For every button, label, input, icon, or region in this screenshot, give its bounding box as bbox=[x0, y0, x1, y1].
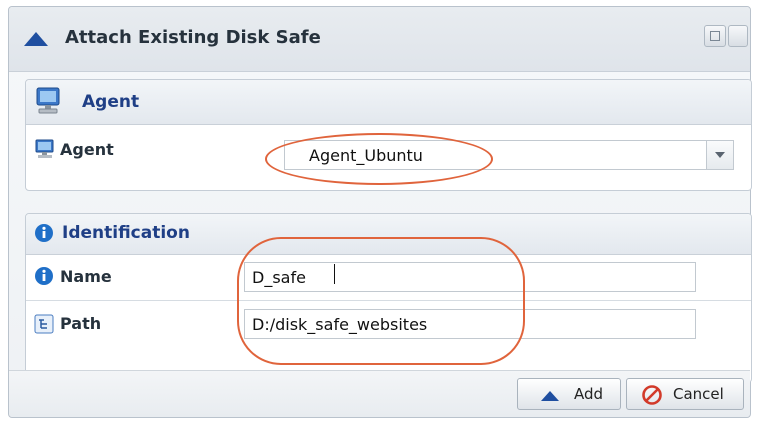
info-icon bbox=[34, 266, 54, 290]
triangle-up-icon bbox=[540, 388, 560, 406]
identification-section: Identification Name Path bbox=[25, 213, 752, 383]
agent-section-title: Agent bbox=[82, 92, 140, 112]
path-field-label: Path bbox=[60, 314, 102, 333]
attach-disk-safe-dialog: Attach Existing Disk Safe Agent Agent Ag… bbox=[8, 6, 752, 418]
dialog-titlebar[interactable]: Attach Existing Disk Safe bbox=[9, 7, 750, 72]
agent-select[interactable]: Agent_Ubuntu bbox=[284, 140, 734, 170]
identification-section-title: Identification bbox=[62, 223, 190, 243]
agent-section-header: Agent bbox=[26, 80, 751, 125]
add-button-label: Add bbox=[574, 385, 604, 403]
restore-icon bbox=[710, 31, 720, 41]
restore-button[interactable] bbox=[704, 25, 726, 47]
computer-icon bbox=[34, 86, 64, 120]
dialog-title: Attach Existing Disk Safe bbox=[65, 27, 321, 48]
chevron-down-icon[interactable] bbox=[706, 141, 733, 169]
name-input[interactable] bbox=[244, 262, 696, 292]
identification-section-header: Identification bbox=[26, 214, 751, 255]
cancel-button-label: Cancel bbox=[673, 385, 724, 403]
path-input[interactable] bbox=[244, 309, 696, 339]
cancel-button[interactable]: Cancel bbox=[626, 378, 744, 410]
agent-field-label: Agent bbox=[60, 140, 114, 159]
computer-small-icon bbox=[34, 138, 56, 164]
add-button[interactable]: Add bbox=[517, 378, 621, 410]
agent-select-value: Agent_Ubuntu bbox=[309, 146, 423, 165]
agent-section: Agent Agent Agent_Ubuntu bbox=[25, 79, 752, 191]
dialog-footer: Add Cancel bbox=[9, 370, 750, 417]
name-field-label: Name bbox=[60, 267, 112, 286]
path-icon bbox=[34, 314, 54, 338]
close-button[interactable] bbox=[728, 25, 748, 47]
text-cursor bbox=[334, 264, 335, 284]
cancel-icon bbox=[641, 384, 663, 410]
triangle-up-icon bbox=[23, 31, 49, 51]
info-icon bbox=[34, 223, 54, 247]
